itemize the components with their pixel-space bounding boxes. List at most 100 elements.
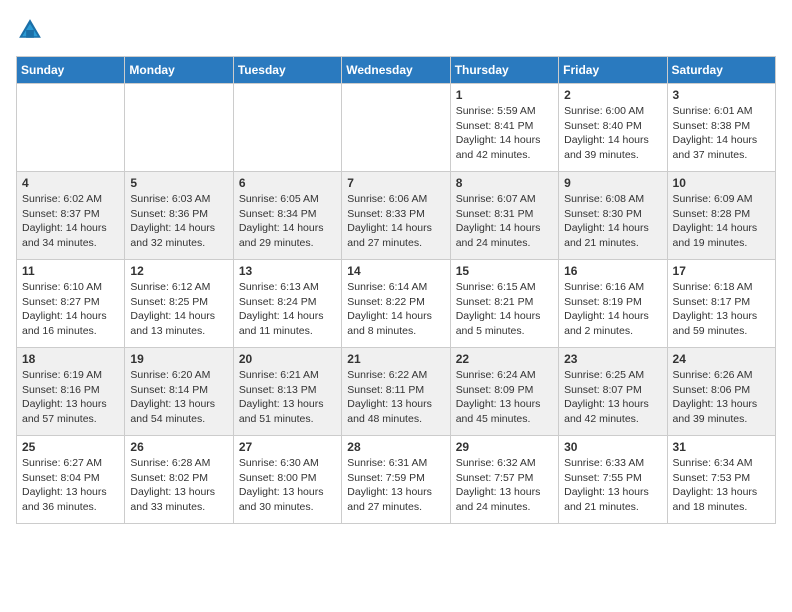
day-header-friday: Friday: [559, 57, 667, 84]
calendar-cell: 25 Sunrise: 6:27 AMSunset: 8:04 PMDayligh…: [17, 436, 125, 524]
calendar-cell: 6 Sunrise: 6:05 AMSunset: 8:34 PMDaylight…: [233, 172, 341, 260]
day-info: Sunrise: 6:03 AMSunset: 8:36 PMDaylight:…: [130, 192, 227, 251]
calendar-cell: 9 Sunrise: 6:08 AMSunset: 8:30 PMDaylight…: [559, 172, 667, 260]
logo-icon: [16, 16, 44, 44]
day-header-wednesday: Wednesday: [342, 57, 450, 84]
calendar-week-row: 4 Sunrise: 6:02 AMSunset: 8:37 PMDaylight…: [17, 172, 776, 260]
calendar-week-row: 11 Sunrise: 6:10 AMSunset: 8:27 PMDayligh…: [17, 260, 776, 348]
day-info: Sunrise: 6:06 AMSunset: 8:33 PMDaylight:…: [347, 192, 444, 251]
day-number: 12: [130, 264, 227, 278]
calendar-cell: 31 Sunrise: 6:34 AMSunset: 7:53 PMDayligh…: [667, 436, 775, 524]
page-header: [16, 16, 776, 44]
day-info: Sunrise: 6:14 AMSunset: 8:22 PMDaylight:…: [347, 280, 444, 339]
calendar-cell: 8 Sunrise: 6:07 AMSunset: 8:31 PMDaylight…: [450, 172, 558, 260]
day-number: 21: [347, 352, 444, 366]
day-number: 19: [130, 352, 227, 366]
calendar-cell: 3 Sunrise: 6:01 AMSunset: 8:38 PMDaylight…: [667, 84, 775, 172]
day-info: Sunrise: 6:20 AMSunset: 8:14 PMDaylight:…: [130, 368, 227, 427]
day-number: 30: [564, 440, 661, 454]
day-header-tuesday: Tuesday: [233, 57, 341, 84]
calendar-cell: [17, 84, 125, 172]
day-info: Sunrise: 6:16 AMSunset: 8:19 PMDaylight:…: [564, 280, 661, 339]
day-info: Sunrise: 6:24 AMSunset: 8:09 PMDaylight:…: [456, 368, 553, 427]
day-info: Sunrise: 6:13 AMSunset: 8:24 PMDaylight:…: [239, 280, 336, 339]
calendar-week-row: 25 Sunrise: 6:27 AMSunset: 8:04 PMDayligh…: [17, 436, 776, 524]
calendar-cell: 5 Sunrise: 6:03 AMSunset: 8:36 PMDaylight…: [125, 172, 233, 260]
day-number: 18: [22, 352, 119, 366]
day-info: Sunrise: 6:15 AMSunset: 8:21 PMDaylight:…: [456, 280, 553, 339]
logo: [16, 16, 48, 44]
day-info: Sunrise: 6:12 AMSunset: 8:25 PMDaylight:…: [130, 280, 227, 339]
day-info: Sunrise: 5:59 AMSunset: 8:41 PMDaylight:…: [456, 104, 553, 163]
day-number: 26: [130, 440, 227, 454]
day-number: 4: [22, 176, 119, 190]
day-number: 31: [673, 440, 770, 454]
day-number: 23: [564, 352, 661, 366]
calendar-cell: 4 Sunrise: 6:02 AMSunset: 8:37 PMDaylight…: [17, 172, 125, 260]
day-info: Sunrise: 6:07 AMSunset: 8:31 PMDaylight:…: [456, 192, 553, 251]
calendar-cell: [125, 84, 233, 172]
day-number: 11: [22, 264, 119, 278]
day-info: Sunrise: 6:33 AMSunset: 7:55 PMDaylight:…: [564, 456, 661, 515]
day-number: 10: [673, 176, 770, 190]
calendar-cell: 12 Sunrise: 6:12 AMSunset: 8:25 PMDayligh…: [125, 260, 233, 348]
calendar-week-row: 18Sunrise: 6:19 AMSunset: 8:16 PMDayligh…: [17, 348, 776, 436]
day-info: Sunrise: 6:34 AMSunset: 7:53 PMDaylight:…: [673, 456, 770, 515]
calendar-cell: 19 Sunrise: 6:20 AMSunset: 8:14 PMDayligh…: [125, 348, 233, 436]
calendar-table: SundayMondayTuesdayWednesdayThursdayFrid…: [16, 56, 776, 524]
calendar-cell: 26 Sunrise: 6:28 AMSunset: 8:02 PMDayligh…: [125, 436, 233, 524]
day-number: 16: [564, 264, 661, 278]
day-info: Sunrise: 6:26 AMSunset: 8:06 PMDaylight:…: [673, 368, 770, 427]
day-header-monday: Monday: [125, 57, 233, 84]
day-header-saturday: Saturday: [667, 57, 775, 84]
calendar-cell: 20 Sunrise: 6:21 AMSunset: 8:13 PMDayligh…: [233, 348, 341, 436]
day-info: Sunrise: 6:01 AMSunset: 8:38 PMDaylight:…: [673, 104, 770, 163]
day-number: 8: [456, 176, 553, 190]
calendar-cell: [233, 84, 341, 172]
day-info: Sunrise: 6:09 AMSunset: 8:28 PMDaylight:…: [673, 192, 770, 251]
calendar-cell: 15 Sunrise: 6:15 AMSunset: 8:21 PMDayligh…: [450, 260, 558, 348]
calendar-cell: 14 Sunrise: 6:14 AMSunset: 8:22 PMDayligh…: [342, 260, 450, 348]
day-number: 13: [239, 264, 336, 278]
day-number: 22: [456, 352, 553, 366]
day-number: 2: [564, 88, 661, 102]
calendar-cell: 16 Sunrise: 6:16 AMSunset: 8:19 PMDayligh…: [559, 260, 667, 348]
day-info: Sunrise: 6:21 AMSunset: 8:13 PMDaylight:…: [239, 368, 336, 427]
calendar-cell: 2 Sunrise: 6:00 AMSunset: 8:40 PMDaylight…: [559, 84, 667, 172]
day-info: Sunrise: 6:25 AMSunset: 8:07 PMDaylight:…: [564, 368, 661, 427]
day-number: 29: [456, 440, 553, 454]
day-info: Sunrise: 6:18 AMSunset: 8:17 PMDaylight:…: [673, 280, 770, 339]
day-info: Sunrise: 6:22 AMSunset: 8:11 PMDaylight:…: [347, 368, 444, 427]
day-info: Sunrise: 6:02 AMSunset: 8:37 PMDaylight:…: [22, 192, 119, 251]
day-number: 24: [673, 352, 770, 366]
day-number: 5: [130, 176, 227, 190]
calendar-cell: 11 Sunrise: 6:10 AMSunset: 8:27 PMDayligh…: [17, 260, 125, 348]
day-info: Sunrise: 6:27 AMSunset: 8:04 PMDaylight:…: [22, 456, 119, 515]
day-number: 9: [564, 176, 661, 190]
day-info: Sunrise: 6:28 AMSunset: 8:02 PMDaylight:…: [130, 456, 227, 515]
day-info: Sunrise: 6:10 AMSunset: 8:27 PMDaylight:…: [22, 280, 119, 339]
calendar-cell: 27 Sunrise: 6:30 AMSunset: 8:00 PMDayligh…: [233, 436, 341, 524]
day-number: 6: [239, 176, 336, 190]
day-header-sunday: Sunday: [17, 57, 125, 84]
day-number: 17: [673, 264, 770, 278]
calendar-header-row: SundayMondayTuesdayWednesdayThursdayFrid…: [17, 57, 776, 84]
day-number: 25: [22, 440, 119, 454]
day-number: 20: [239, 352, 336, 366]
calendar-week-row: 1 Sunrise: 5:59 AMSunset: 8:41 PMDaylight…: [17, 84, 776, 172]
calendar-cell: 7Sunrise: 6:06 AMSunset: 8:33 PMDaylight…: [342, 172, 450, 260]
day-info: Sunrise: 6:00 AMSunset: 8:40 PMDaylight:…: [564, 104, 661, 163]
calendar-cell: 29 Sunrise: 6:32 AMSunset: 7:57 PMDayligh…: [450, 436, 558, 524]
day-number: 1: [456, 88, 553, 102]
day-info: Sunrise: 6:30 AMSunset: 8:00 PMDaylight:…: [239, 456, 336, 515]
day-number: 3: [673, 88, 770, 102]
day-info: Sunrise: 6:32 AMSunset: 7:57 PMDaylight:…: [456, 456, 553, 515]
calendar-cell: 17 Sunrise: 6:18 AMSunset: 8:17 PMDayligh…: [667, 260, 775, 348]
day-info: Sunrise: 6:08 AMSunset: 8:30 PMDaylight:…: [564, 192, 661, 251]
day-info: Sunrise: 6:05 AMSunset: 8:34 PMDaylight:…: [239, 192, 336, 251]
day-number: 15: [456, 264, 553, 278]
day-header-thursday: Thursday: [450, 57, 558, 84]
day-number: 28: [347, 440, 444, 454]
day-number: 27: [239, 440, 336, 454]
day-number: 14: [347, 264, 444, 278]
